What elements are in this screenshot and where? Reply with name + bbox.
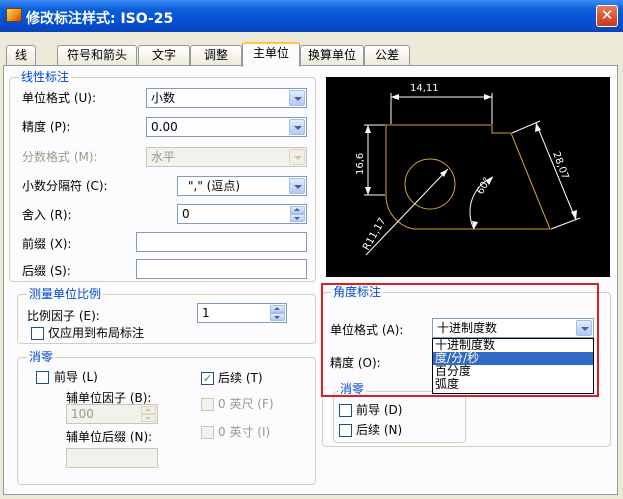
angular-trailing-checkbox[interactable]: [339, 424, 352, 437]
angular-trailing-label: 后续 (N): [356, 423, 403, 437]
layout-only-label: 仅应用到布局标注: [48, 326, 145, 340]
spin-down-icon: [141, 414, 156, 422]
round-off-label: 舍入 (R):: [22, 208, 72, 222]
leading-zero-checkbox[interactable]: [36, 371, 49, 384]
prefix-input[interactable]: [136, 232, 307, 252]
zero-suppression-legend: 消零: [27, 350, 56, 364]
spin-up-icon[interactable]: [270, 305, 285, 313]
angular-unit-format-label: 单位格式 (A):: [330, 323, 404, 337]
precision-label: 精度 (P):: [22, 120, 71, 134]
angular-unit-format-list[interactable]: 十进制度数 度/分/秒 百分度 弧度: [432, 338, 594, 394]
chevron-down-icon[interactable]: [289, 178, 305, 194]
feet-label: 0 英尺 (F): [218, 397, 274, 411]
angular-precision-label: 精度 (O):: [330, 356, 381, 370]
decimal-separator-select[interactable]: "," (逗点): [177, 176, 307, 196]
sub-unit-suffix-label: 辅单位后缀 (N):: [66, 430, 153, 444]
chevron-down-icon[interactable]: [289, 90, 305, 106]
angular-zero-suppression-legend: 消零: [338, 382, 367, 396]
suffix-input[interactable]: [136, 259, 307, 279]
sub-unit-factor-spinner[interactable]: 100: [66, 404, 158, 424]
angular-unit-option[interactable]: 弧度: [433, 378, 593, 391]
measurement-scale-legend: 测量单位比例: [27, 287, 104, 301]
inches-checkbox[interactable]: [201, 426, 214, 439]
chevron-down-icon[interactable]: [576, 320, 592, 336]
linear-dimensions-legend: 线性标注: [19, 70, 72, 84]
leading-zero-label: 前导 (L): [54, 370, 98, 384]
scale-factor-label: 比例因子 (E):: [27, 309, 100, 323]
fraction-format-label: 分数格式 (M):: [22, 150, 98, 164]
preview-image: 14,11 16,6 28,07 60° R11,17: [326, 77, 610, 277]
suffix-label: 后缀 (S):: [22, 264, 71, 278]
spin-down-icon[interactable]: [270, 313, 285, 321]
spin-up-icon: [141, 406, 156, 414]
prefix-label: 前缀 (X):: [22, 237, 72, 251]
spin-up-icon[interactable]: [290, 206, 305, 214]
angular-dimensions-legend: 角度标注: [331, 285, 384, 299]
chevron-down-icon: [289, 149, 305, 165]
spin-down-icon[interactable]: [290, 214, 305, 222]
angular-leading-checkbox[interactable]: [339, 404, 352, 417]
scale-factor-spinner[interactable]: 1: [197, 303, 287, 323]
feet-checkbox[interactable]: [201, 398, 214, 411]
decimal-separator-label: 小数分隔符 (C):: [22, 179, 108, 193]
inches-label: 0 英寸 (I): [218, 425, 271, 439]
checkmark-icon: ✓: [202, 372, 213, 385]
unit-format-select[interactable]: 小数: [146, 88, 307, 108]
preview-label-left: 16,6: [355, 153, 366, 175]
precision-select[interactable]: 0.00: [146, 117, 307, 137]
sub-unit-suffix-input[interactable]: [66, 448, 158, 468]
chevron-down-icon[interactable]: [289, 119, 305, 135]
trailing-zero-checkbox[interactable]: ✓: [201, 372, 214, 385]
layout-only-checkbox[interactable]: [31, 327, 44, 340]
preview-label-top: 14,11: [410, 83, 439, 94]
unit-format-label: 单位格式 (U):: [22, 91, 97, 105]
round-off-spinner[interactable]: 0: [177, 204, 307, 224]
trailing-zero-label: 后续 (T): [218, 371, 263, 385]
angular-unit-format-select[interactable]: 十进制度数: [432, 318, 594, 338]
angular-leading-label: 前导 (D): [356, 403, 403, 417]
fraction-format-select[interactable]: 水平: [146, 147, 307, 167]
